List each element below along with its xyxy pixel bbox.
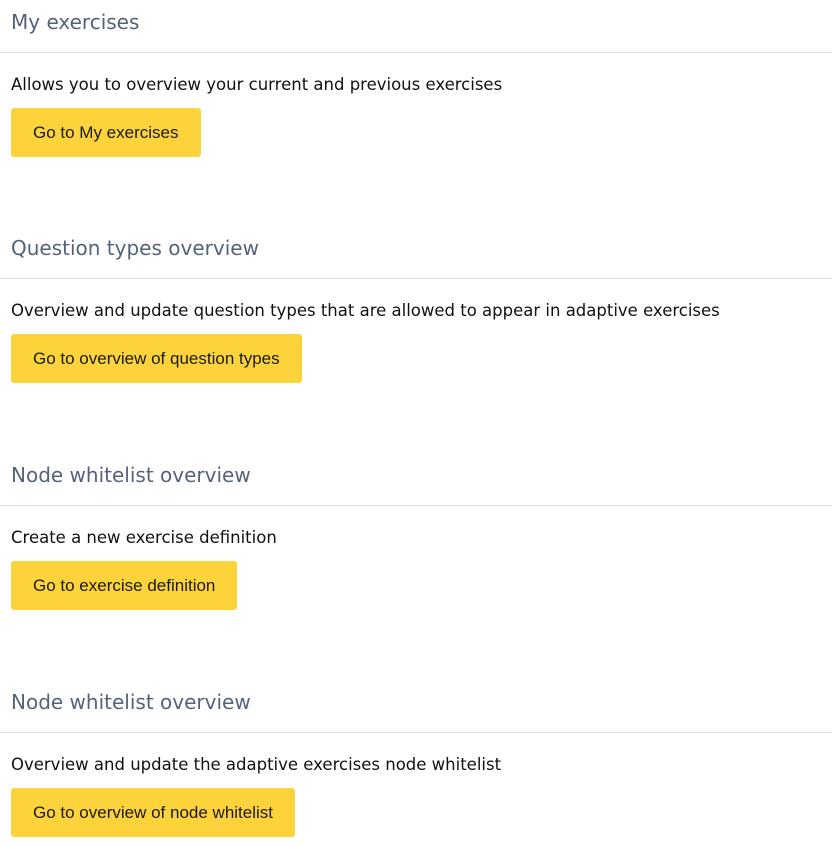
section-title: Node whitelist overview	[11, 463, 251, 487]
section-divider	[0, 52, 832, 53]
section-description: Overview and update the adaptive exercis…	[11, 755, 502, 774]
go-to-my-exercises-button[interactable]: Go to My exercises	[11, 108, 201, 157]
section-title: Node whitelist overview	[11, 690, 251, 714]
section-divider	[0, 278, 832, 279]
section-divider	[0, 732, 832, 733]
section-title: My exercises	[11, 10, 140, 34]
go-to-question-types-button[interactable]: Go to overview of question types	[11, 334, 302, 383]
go-to-exercise-definition-button[interactable]: Go to exercise definition	[11, 561, 238, 610]
go-to-node-whitelist-button[interactable]: Go to overview of node whitelist	[11, 788, 296, 837]
section-description: Overview and update question types that …	[11, 301, 720, 320]
section-divider	[0, 505, 832, 506]
section-description: Create a new exercise definition	[11, 528, 277, 547]
section-title: Question types overview	[11, 236, 259, 260]
section-description: Allows you to overview your current and …	[11, 75, 503, 94]
